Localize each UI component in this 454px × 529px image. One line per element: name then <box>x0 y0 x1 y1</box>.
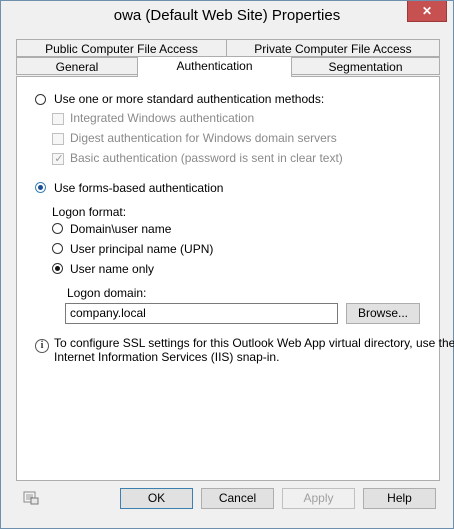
checkmark-icon: ✓ <box>54 153 64 165</box>
integrated-windows-checkbox[interactable] <box>52 113 64 125</box>
basic-auth-checkbox[interactable]: ✓ <box>52 153 64 165</box>
format-username-only-radio[interactable] <box>52 263 63 274</box>
basic-auth-label: Basic authentication (password is sent i… <box>70 151 343 165</box>
digest-auth-label: Digest authentication for Windows domain… <box>70 131 337 145</box>
title-bar: owa (Default Web Site) Properties ✕ <box>1 1 453 32</box>
help-button[interactable]: Help <box>363 488 436 509</box>
tab-general[interactable]: General <box>16 57 138 75</box>
digest-auth-checkbox[interactable] <box>52 133 64 145</box>
tab-authentication[interactable]: Authentication <box>137 56 292 77</box>
logon-domain-label: Logon domain: <box>67 286 147 300</box>
standard-auth-radio[interactable] <box>35 94 46 105</box>
tab-segmentation[interactable]: Segmentation <box>291 57 440 75</box>
forms-auth-radio[interactable] <box>35 182 46 193</box>
format-domain-user-label[interactable]: Domain\user name <box>70 222 171 236</box>
apply-button[interactable]: Apply <box>282 488 355 509</box>
tab-private-computer-file-access[interactable]: Private Computer File Access <box>226 39 440 57</box>
ok-button[interactable]: OK <box>120 488 193 509</box>
cancel-button[interactable]: Cancel <box>201 488 274 509</box>
browse-button[interactable]: Browse... <box>346 303 420 324</box>
tab-public-computer-file-access[interactable]: Public Computer File Access <box>16 39 227 57</box>
properties-page-icon <box>23 491 39 505</box>
info-text-line1: To configure SSL settings for this Outlo… <box>54 336 454 350</box>
format-username-only-label[interactable]: User name only <box>70 262 154 276</box>
standard-auth-label[interactable]: Use one or more standard authentication … <box>54 92 324 106</box>
close-button[interactable]: ✕ <box>407 1 447 22</box>
window-title: owa (Default Web Site) Properties <box>113 7 341 24</box>
logon-format-label: Logon format: <box>52 205 127 219</box>
format-upn-label[interactable]: User principal name (UPN) <box>70 242 213 256</box>
logon-domain-input[interactable]: company.local <box>65 303 338 324</box>
properties-dialog: owa (Default Web Site) Properties ✕ Publ… <box>0 0 454 529</box>
info-text-line2: Internet Information Services (IIS) snap… <box>54 350 280 364</box>
format-domain-user-radio[interactable] <box>52 223 63 234</box>
format-upn-radio[interactable] <box>52 243 63 254</box>
forms-auth-label[interactable]: Use forms-based authentication <box>54 181 223 195</box>
info-icon: i <box>35 339 49 353</box>
integrated-windows-label: Integrated Windows authentication <box>70 111 255 125</box>
